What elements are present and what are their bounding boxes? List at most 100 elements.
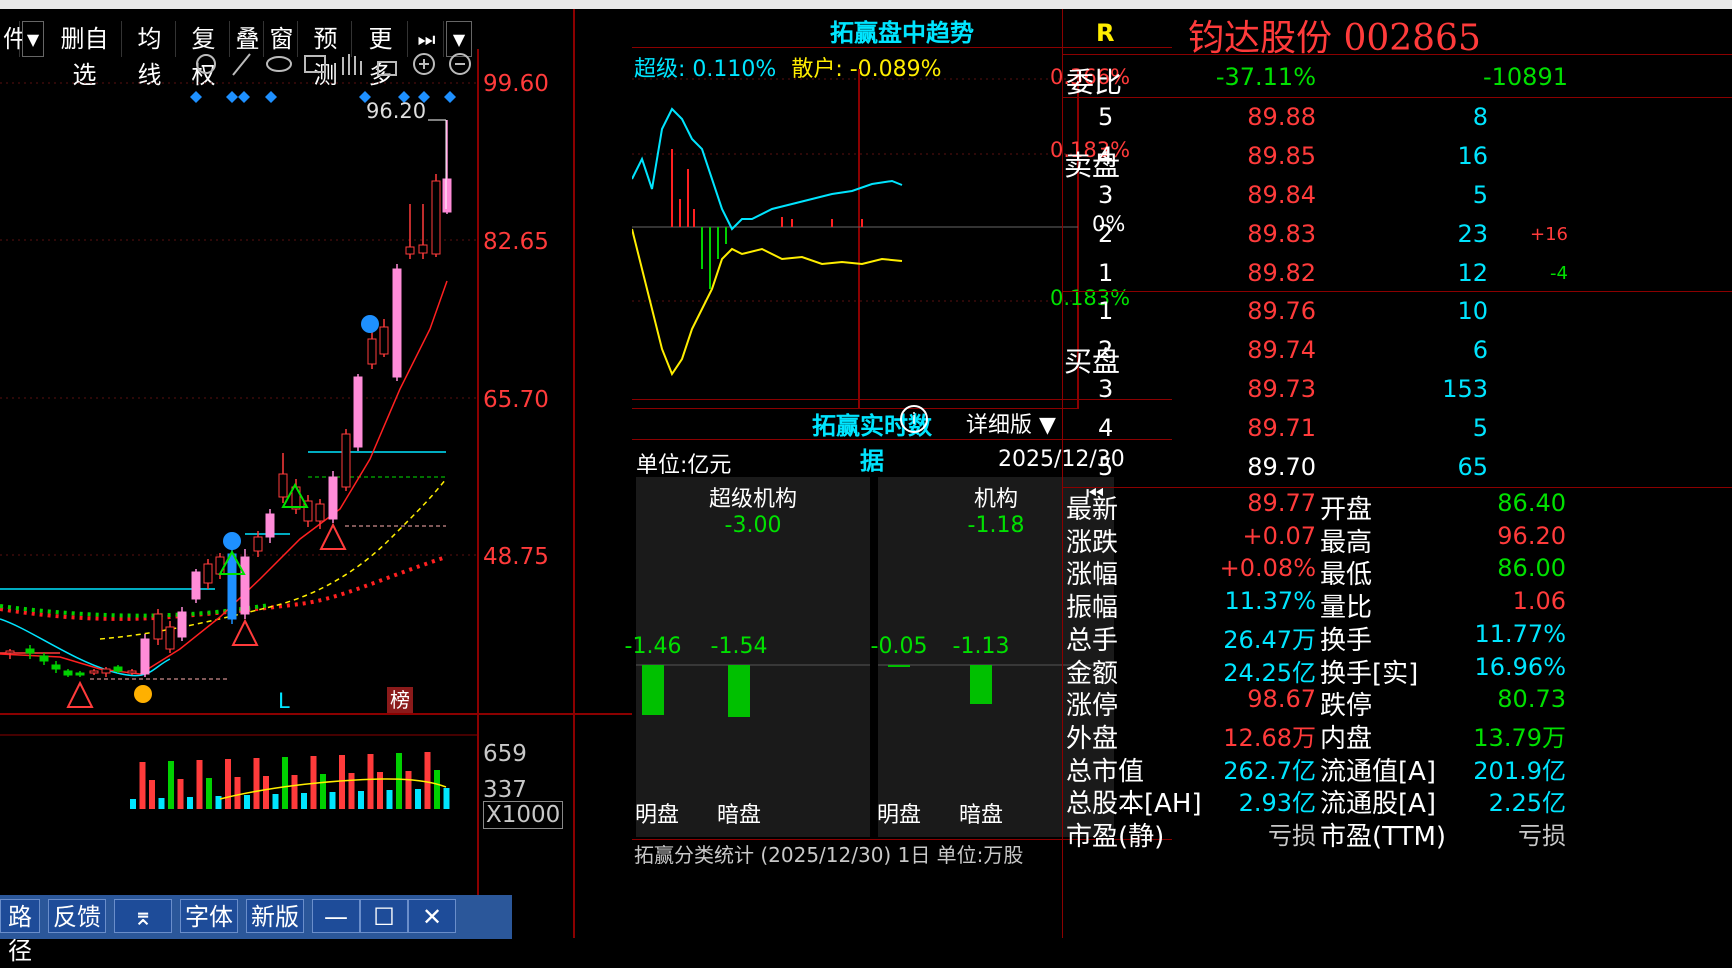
taskbar-font-button[interactable]: 字体 bbox=[180, 899, 238, 933]
candle bbox=[75, 672, 85, 676]
close-icon[interactable]: ✕ bbox=[408, 899, 456, 933]
candle bbox=[25, 648, 35, 654]
candle bbox=[341, 433, 351, 488]
buy-price: 89.76 bbox=[1247, 297, 1316, 325]
inst-dark-value: -1.13 bbox=[952, 634, 1010, 659]
price-axis-label-2: 82.65 bbox=[483, 229, 549, 255]
candle bbox=[418, 244, 428, 254]
buy-volume: 10 bbox=[1457, 297, 1488, 325]
volume-bar bbox=[301, 793, 307, 809]
stat-value: 亏损 bbox=[1518, 822, 1566, 850]
candle bbox=[215, 556, 225, 575]
candle bbox=[353, 376, 363, 448]
realtime-unit: 单位:亿元 bbox=[636, 453, 732, 478]
candle bbox=[177, 611, 187, 638]
volume-bar bbox=[187, 797, 193, 809]
volume-bar bbox=[339, 755, 345, 809]
stat-label: 涨跌 bbox=[1066, 527, 1119, 558]
pin-icon[interactable]: ⌆ bbox=[114, 899, 172, 933]
stat-value: 86.00 bbox=[1497, 554, 1566, 583]
volume-bar bbox=[130, 799, 136, 809]
stat-value: 24.25亿 bbox=[1223, 658, 1316, 687]
volume-bar bbox=[234, 777, 241, 809]
info-icon[interactable]: i bbox=[900, 405, 928, 433]
sell-price: 89.83 bbox=[1247, 220, 1316, 248]
buy-volume: 153 bbox=[1442, 375, 1488, 403]
super-institution-name: 超级机构 bbox=[708, 487, 797, 512]
quote-panel: R 钧达股份 002865 委比 -37.11% -10891 卖盘 5 89.8… bbox=[1062, 9, 1732, 938]
volume-bar bbox=[158, 798, 165, 809]
stat-value: 1.06 bbox=[1512, 587, 1566, 616]
pen-icon bbox=[232, 53, 251, 76]
volume-bar bbox=[386, 790, 393, 809]
r-badge: R bbox=[1096, 19, 1115, 47]
volume-bar bbox=[367, 754, 374, 809]
buy-level: 1 bbox=[1098, 297, 1114, 325]
volume-bar bbox=[206, 778, 212, 809]
volume-bar bbox=[225, 759, 231, 809]
marker-l: L bbox=[278, 689, 290, 713]
stat-label: 最高 bbox=[1320, 527, 1373, 558]
price-axis-label-3: 65.70 bbox=[483, 387, 549, 413]
inst-open-label: 明盘 bbox=[876, 803, 921, 828]
stat-label: 流通值[A] bbox=[1320, 756, 1437, 787]
minimize-icon[interactable]: — bbox=[312, 899, 360, 933]
volume-bar bbox=[263, 776, 269, 809]
stat-value: +0.08% bbox=[1219, 554, 1316, 583]
taskbar-feedback-button[interactable]: 反馈 bbox=[48, 899, 106, 933]
volume-axis-label-1: 659 bbox=[483, 741, 527, 767]
volume-bar bbox=[168, 761, 174, 809]
price-axis-label-1: 99.60 bbox=[483, 71, 549, 97]
buy-price: 89.74 bbox=[1247, 336, 1316, 364]
taskbar-path-button[interactable]: 路径 bbox=[0, 899, 40, 965]
kline-chart bbox=[0, 9, 632, 938]
stat-label: 最新 bbox=[1066, 495, 1119, 525]
sell-price: 89.85 bbox=[1247, 142, 1316, 170]
stat-label: 外盘 bbox=[1066, 723, 1119, 754]
weibi-label: 委比 bbox=[1066, 66, 1123, 99]
candle bbox=[367, 338, 377, 365]
super-open-label: 明盘 bbox=[634, 803, 679, 828]
volume-bar bbox=[396, 753, 402, 809]
detail-dropdown[interactable]: 详细版 ▼ bbox=[966, 407, 1056, 439]
window-top-strip bbox=[0, 0, 1732, 9]
sell-volume: 8 bbox=[1472, 103, 1488, 131]
volume-bar bbox=[424, 752, 431, 809]
stat-value: 201.9亿 bbox=[1473, 756, 1566, 785]
stat-label: 换手 bbox=[1320, 625, 1373, 656]
volume-bar bbox=[329, 792, 336, 809]
stat-label: 市盈(TTM) bbox=[1320, 822, 1447, 852]
candle bbox=[265, 513, 275, 538]
candle bbox=[253, 536, 263, 552]
super-dark-bar bbox=[728, 665, 750, 717]
sell-volume: 23 bbox=[1457, 220, 1488, 248]
stat-value: 262.7亿 bbox=[1223, 756, 1316, 785]
volume-axis-label-2: 337 bbox=[483, 777, 527, 803]
stat-label: 最低 bbox=[1320, 560, 1373, 591]
volume-bar bbox=[415, 789, 421, 809]
sell-volume: 12 bbox=[1457, 259, 1488, 287]
volume-bar bbox=[215, 796, 222, 809]
volume-unit: X1000 bbox=[483, 801, 564, 829]
stat-label: 振幅 bbox=[1066, 593, 1119, 624]
stat-value: 11.37% bbox=[1224, 587, 1316, 616]
candle bbox=[392, 268, 402, 378]
buy-volume: 6 bbox=[1472, 336, 1488, 364]
inst-open-value: -0.05 bbox=[870, 634, 928, 659]
volume-bar bbox=[443, 788, 450, 809]
volume-bar bbox=[405, 771, 412, 809]
volume-bar bbox=[291, 775, 298, 809]
sell-price: 89.88 bbox=[1247, 103, 1316, 131]
candle bbox=[140, 638, 150, 675]
taskbar-newversion-button[interactable]: 新版 bbox=[246, 899, 304, 933]
sell-level: 4 bbox=[1098, 142, 1114, 170]
stat-label: 总手 bbox=[1066, 625, 1119, 656]
stat-label: 开盘 bbox=[1320, 495, 1373, 525]
buy-level: 5 bbox=[1098, 453, 1114, 481]
stat-label: 内盘 bbox=[1320, 723, 1373, 754]
sell-level: 5 bbox=[1098, 103, 1114, 131]
maximize-icon[interactable]: ☐ bbox=[360, 899, 408, 933]
marker-bang: 榜 bbox=[387, 687, 413, 713]
candle bbox=[101, 668, 111, 674]
stat-value: 11.77% bbox=[1474, 619, 1566, 648]
